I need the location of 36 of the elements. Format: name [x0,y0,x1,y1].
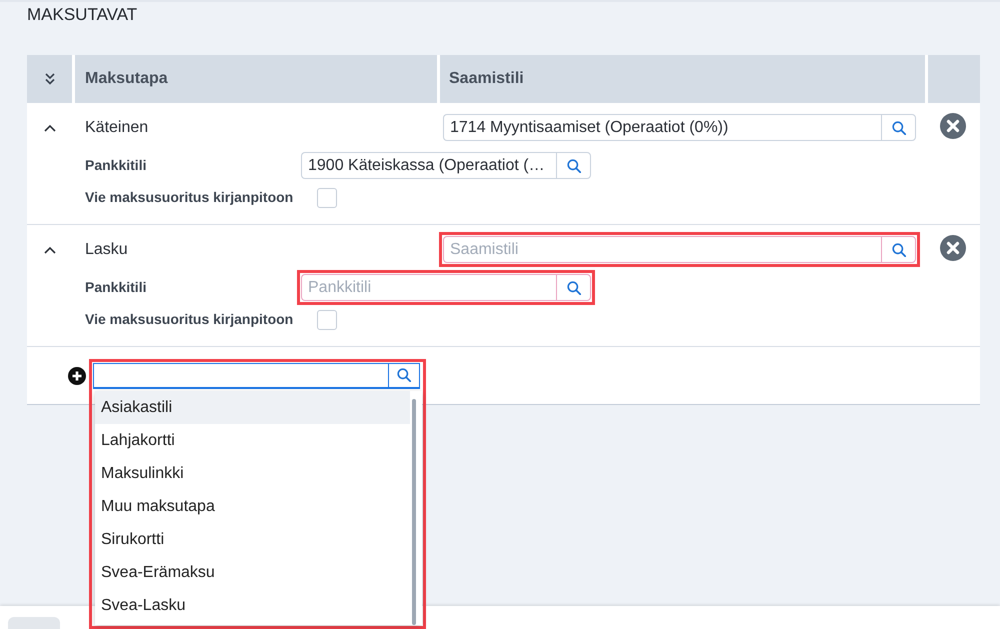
dropdown-option[interactable]: Svea-Lasku [95,588,410,622]
dropdown-option[interactable]: Asiakastili [95,390,410,424]
checkbox[interactable] [317,188,337,208]
dropdown-option[interactable]: Muu maksutapa [95,490,410,522]
chevron-up-icon[interactable] [44,246,56,254]
field-label: Pankkitili [85,156,146,172]
account-field[interactable]: 1714 Myyntisaamiset (Operaatiot (0%)) [443,114,881,141]
account-field[interactable]: 1900 Käteiskassa (Operaatiot (… [301,152,556,179]
payment-method-name: Käteinen [85,119,148,136]
checkbox-label: Vie maksusuoritus kirjanpitoon [85,311,294,327]
double-chevron-down-icon[interactable] [44,73,54,85]
field-label: Pankkitili [85,278,146,294]
search-button[interactable] [881,236,916,263]
chevron-up-icon[interactable] [44,124,56,132]
payment-method-name: Lasku [85,241,128,258]
search-icon [566,158,580,172]
dropdown-option[interactable]: Lahjakortti [95,424,410,456]
close-icon[interactable] [940,113,966,139]
dropdown-option[interactable]: Maksulinkki [95,456,410,490]
search-button[interactable] [388,362,420,388]
column-header: Saamistili [437,55,925,103]
column-header: Maksutapa [72,55,437,103]
search-icon [892,242,906,256]
search-icon [566,280,580,294]
payment-method-input[interactable] [93,362,388,388]
search-button[interactable] [556,274,591,301]
close-icon[interactable] [940,235,966,261]
checkbox-label: Vie maksusuoritus kirjanpitoon [85,189,294,205]
checkbox[interactable] [317,310,337,330]
dropdown-option[interactable]: Sirukortti [95,522,410,556]
plus-circle-icon[interactable] [68,366,86,384]
section-title: MAKSUTAVAT [27,5,138,25]
search-icon [397,368,411,382]
search-icon [892,120,906,134]
dropdown-option[interactable]: Svea-Erämaksu [95,556,410,588]
scrollbar[interactable] [412,398,416,624]
